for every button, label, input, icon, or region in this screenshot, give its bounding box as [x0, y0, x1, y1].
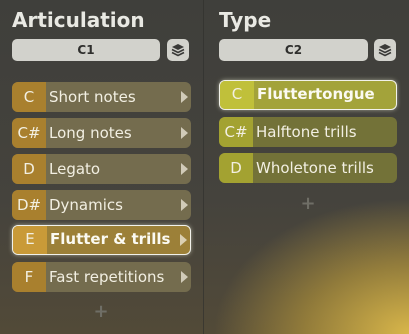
type-item-fluttertongue[interactable]: C Fluttertongue	[219, 80, 397, 110]
key-label: D	[219, 153, 253, 183]
type-item-halftone-trills[interactable]: C# Halftone trills	[219, 117, 397, 147]
key-label: C#	[219, 117, 253, 147]
plus-icon[interactable]: +	[300, 195, 316, 213]
type-title: Type	[219, 8, 272, 32]
type-stack-button[interactable]	[374, 39, 396, 61]
item-label: Fluttertongue	[257, 85, 375, 103]
item-label: Wholetone trills	[256, 159, 374, 177]
item-label: Halftone trills	[256, 123, 357, 141]
layers-stack-icon	[378, 44, 392, 57]
type-panel: Type C2 C Fluttertongue C# Halftone tril…	[0, 0, 409, 334]
key-label: C	[220, 81, 254, 109]
type-group-selector[interactable]: C2	[219, 39, 368, 61]
type-item-wholetone-trills[interactable]: D Wholetone trills	[219, 153, 397, 183]
